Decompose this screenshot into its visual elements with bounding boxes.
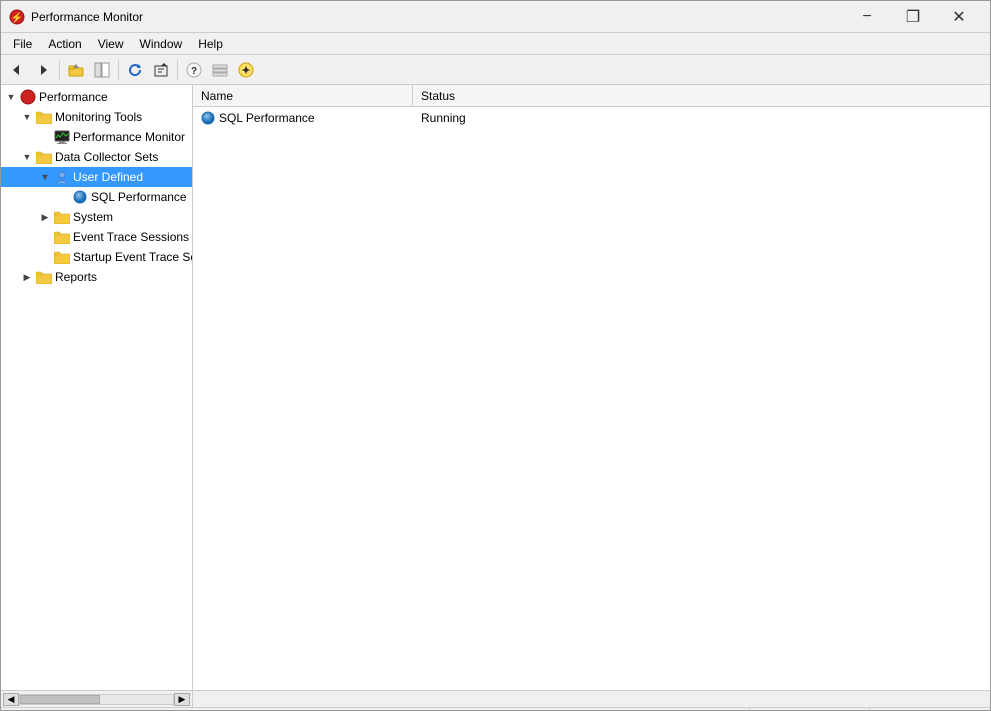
- sidebar-item-label-performance: Performance: [39, 90, 108, 104]
- col-header-name[interactable]: Name: [193, 85, 413, 106]
- sidebar-item-label-monitoring: Monitoring Tools: [55, 110, 142, 124]
- performance-icon: [19, 89, 37, 105]
- expand-icon-startup-event: [37, 252, 53, 262]
- sidebar-item-performance[interactable]: ▼ Performance: [1, 87, 192, 107]
- menu-window[interactable]: Window: [132, 35, 191, 53]
- toolbar-back-button[interactable]: [5, 58, 29, 82]
- close-button[interactable]: ✕: [936, 1, 982, 33]
- expand-icon-monitoring: ▼: [19, 112, 35, 122]
- toolbar-export-button[interactable]: [149, 58, 173, 82]
- expand-icon-event-trace: [37, 232, 53, 242]
- main-area: ▼ Performance ▼ Monitoring Tools: [1, 85, 990, 690]
- toolbar-new-button[interactable]: ✦: [234, 58, 258, 82]
- minimize-button[interactable]: −: [844, 1, 890, 33]
- toolbar: ? ✦: [1, 55, 990, 85]
- expand-icon-system: ▶: [37, 212, 53, 223]
- sidebar-item-sql-performance[interactable]: SQL Performance: [1, 187, 192, 207]
- perf-monitor-icon: [53, 129, 71, 145]
- sidebar-item-label-dcs: Data Collector Sets: [55, 150, 158, 164]
- title-bar: ⚡ Performance Monitor − ❐ ✕: [1, 1, 990, 33]
- expand-icon-user-defined: ▼: [37, 172, 53, 182]
- reports-folder-icon: [35, 269, 53, 285]
- toolbar-properties-button[interactable]: [208, 58, 232, 82]
- sidebar-item-perf-monitor[interactable]: Performance Monitor: [1, 127, 192, 147]
- expand-icon-dcs: ▼: [19, 152, 35, 162]
- scroll-left-btn[interactable]: ◀: [3, 693, 19, 706]
- h-scroll-thumb[interactable]: [20, 695, 100, 704]
- expand-icon-reports: ▶: [19, 272, 35, 283]
- monitoring-folder-icon: [35, 109, 53, 125]
- scroll-right-btn[interactable]: ▶: [174, 693, 190, 706]
- menu-view[interactable]: View: [90, 35, 132, 53]
- cell-sql-name: SQL Performance: [193, 109, 413, 127]
- sidebar-item-reports[interactable]: ▶ Reports: [1, 267, 192, 287]
- bottom-bar: ◀ ▶: [1, 690, 990, 707]
- sidebar-tree: ▼ Performance ▼ Monitoring Tools: [1, 85, 193, 690]
- sidebar-item-event-trace[interactable]: Event Trace Sessions: [1, 227, 192, 247]
- sidebar-hscroll[interactable]: ◀ ▶: [1, 691, 193, 707]
- sidebar-item-label-reports: Reports: [55, 270, 97, 284]
- toolbar-forward-button[interactable]: [31, 58, 55, 82]
- svg-text:?: ?: [191, 66, 197, 77]
- event-trace-icon: [53, 229, 71, 245]
- sidebar-item-data-collector-sets[interactable]: ▼ Data Collector Sets: [1, 147, 192, 167]
- expand-icon-perf-monitor: [37, 132, 53, 142]
- content-hscroll-area: [193, 691, 990, 707]
- toolbar-refresh-button[interactable]: [123, 58, 147, 82]
- expand-icon-performance: ▼: [3, 92, 19, 102]
- menu-help[interactable]: Help: [190, 35, 231, 53]
- sidebar-item-label-system: System: [73, 210, 113, 224]
- sidebar-item-label-startup-event: Startup Event Trace Ses: [73, 250, 193, 264]
- toolbar-help-button[interactable]: ?: [182, 58, 206, 82]
- app-icon: ⚡: [9, 9, 25, 25]
- window-controls: − ❐ ✕: [844, 1, 982, 33]
- window-title: Performance Monitor: [31, 10, 143, 24]
- menu-file[interactable]: File: [5, 35, 40, 53]
- sql-perf-icon: [71, 189, 89, 205]
- toolbar-separator-3: [177, 60, 178, 80]
- sidebar-item-monitoring-tools[interactable]: ▼ Monitoring Tools: [1, 107, 192, 127]
- restore-button[interactable]: ❐: [890, 1, 936, 33]
- menu-bar: File Action View Window Help: [1, 33, 990, 55]
- sql-row-icon: [201, 111, 215, 125]
- menu-action[interactable]: Action: [40, 35, 89, 53]
- dcs-folder-icon: [35, 149, 53, 165]
- expand-icon-sql: [55, 192, 71, 202]
- sidebar-item-startup-event-trace[interactable]: Startup Event Trace Ses: [1, 247, 192, 267]
- toolbar-showhide-button[interactable]: [90, 58, 114, 82]
- startup-event-icon: [53, 249, 71, 265]
- content-panel: Name Status SQL Performance: [193, 85, 990, 690]
- sidebar-item-label-sql: SQL Performance: [91, 190, 187, 204]
- status-bar: [1, 707, 990, 711]
- content-header: Name Status: [193, 85, 990, 107]
- toolbar-separator-1: [59, 60, 60, 80]
- cell-sql-status: Running: [413, 109, 533, 127]
- toolbar-separator-2: [118, 60, 119, 80]
- user-defined-icon: [53, 169, 71, 185]
- svg-text:⚡: ⚡: [11, 11, 23, 24]
- content-row-sql[interactable]: SQL Performance Running: [193, 107, 990, 129]
- sidebar-item-label-user-defined: User Defined: [73, 170, 143, 184]
- svg-text:✦: ✦: [241, 65, 250, 77]
- sidebar-item-user-defined[interactable]: ▼ User Defined: [1, 167, 192, 187]
- sidebar-item-label-perf-monitor: Performance Monitor: [73, 130, 185, 144]
- h-scroll-track[interactable]: [19, 694, 174, 705]
- toolbar-up-button[interactable]: [64, 58, 88, 82]
- col-header-status[interactable]: Status: [413, 87, 533, 105]
- system-folder-icon: [53, 209, 71, 225]
- sidebar-item-system[interactable]: ▶ System: [1, 207, 192, 227]
- sidebar-item-label-event-trace: Event Trace Sessions: [73, 230, 189, 244]
